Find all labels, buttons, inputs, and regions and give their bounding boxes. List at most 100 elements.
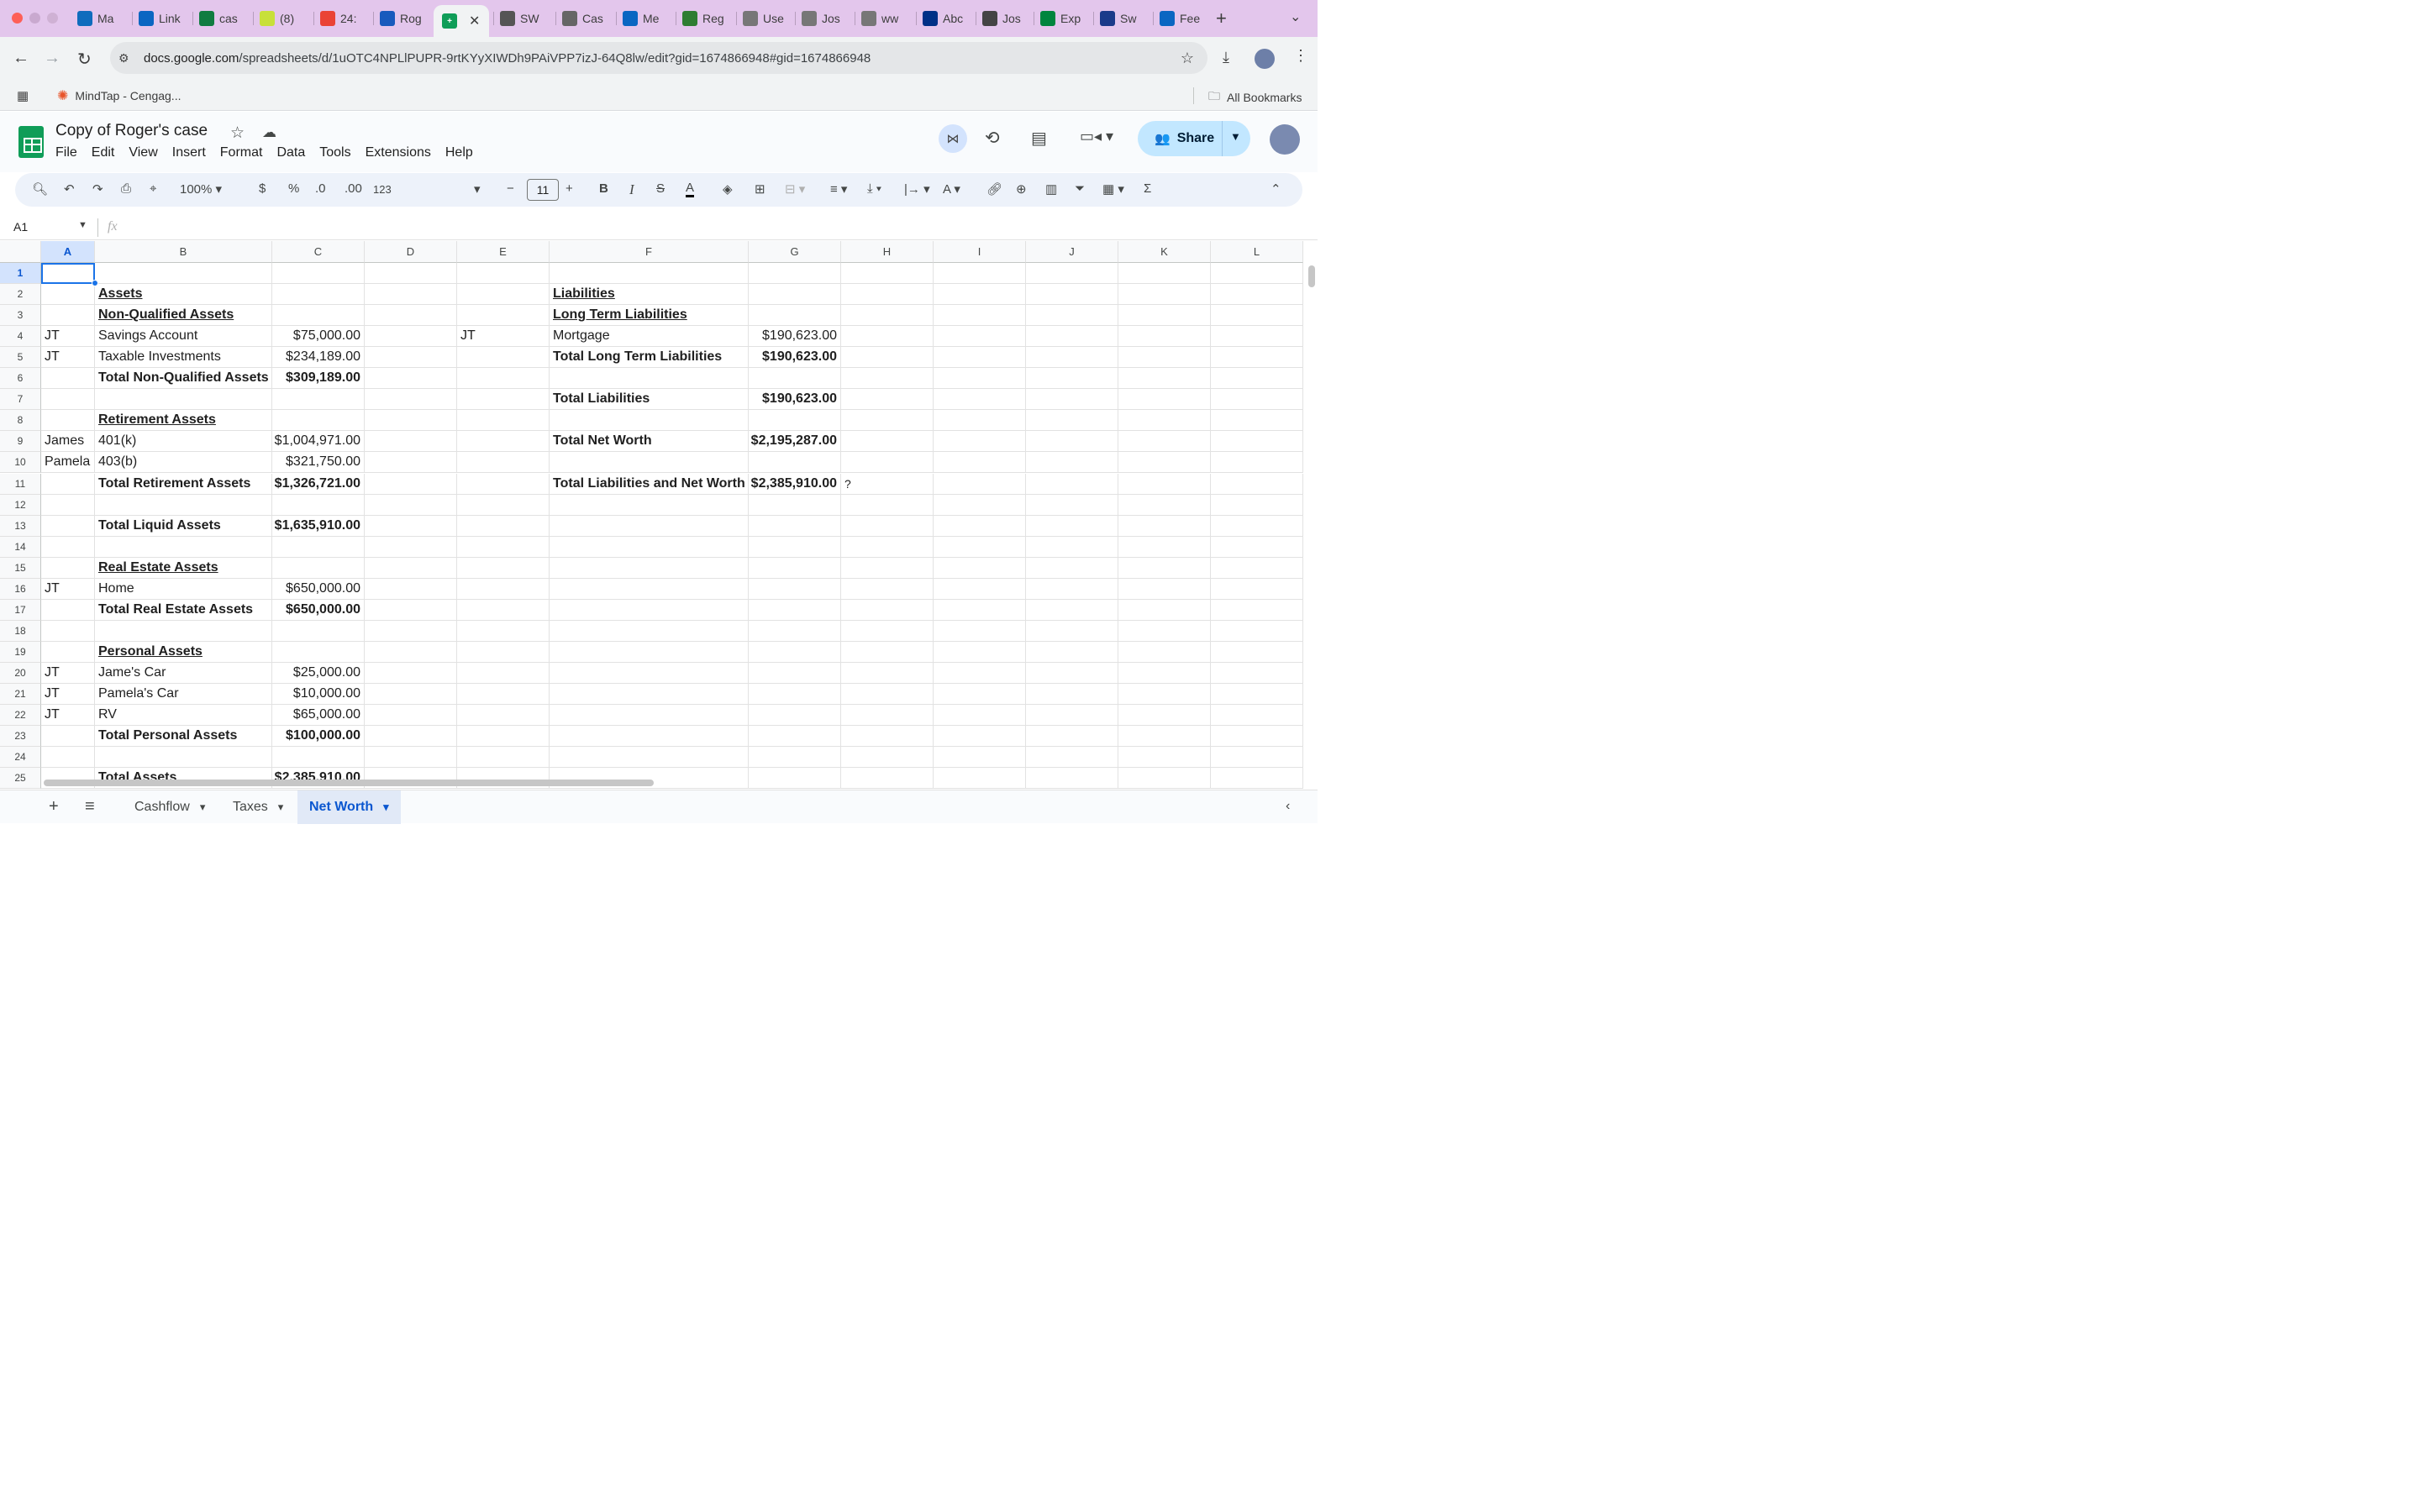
cell[interactable]: [272, 621, 365, 642]
cell[interactable]: [457, 263, 550, 284]
cell[interactable]: [1211, 642, 1303, 663]
select-all-corner[interactable]: [0, 241, 41, 263]
cell[interactable]: Non-Qualified Assets: [95, 305, 272, 326]
column-header-l[interactable]: L: [1211, 241, 1303, 263]
menu-format[interactable]: Format: [220, 145, 263, 160]
row-header[interactable]: 5: [0, 347, 41, 368]
cell[interactable]: [457, 663, 550, 684]
cell[interactable]: [95, 747, 272, 768]
column-header-e[interactable]: E: [457, 241, 550, 263]
cell[interactable]: [457, 431, 550, 452]
cell[interactable]: Long Term Liabilities: [550, 305, 749, 326]
cell[interactable]: [1118, 389, 1211, 410]
sheet-tab-net-worth[interactable]: Net Worth ▾: [297, 790, 401, 824]
font-dropdown-icon[interactable]: ▾: [474, 181, 481, 197]
cell[interactable]: [934, 389, 1026, 410]
cell[interactable]: [550, 452, 749, 473]
browser-tab[interactable]: Jos: [982, 5, 1033, 32]
cell[interactable]: [749, 284, 841, 305]
cell[interactable]: [749, 705, 841, 726]
cell[interactable]: [365, 726, 457, 747]
cell[interactable]: [1211, 263, 1303, 284]
add-sheet-icon[interactable]: +: [49, 797, 59, 816]
cell[interactable]: [95, 389, 272, 410]
cell[interactable]: [1118, 747, 1211, 768]
cell[interactable]: [1026, 747, 1118, 768]
cell[interactable]: $100,000.00: [272, 726, 365, 747]
column-header-a[interactable]: A: [41, 241, 95, 263]
text-rotation-icon[interactable]: A ▾: [943, 181, 960, 197]
cell[interactable]: [365, 663, 457, 684]
cell[interactable]: $2,385,910.00: [749, 474, 841, 495]
cell[interactable]: Liabilities: [550, 284, 749, 305]
menu-help[interactable]: Help: [445, 145, 473, 160]
new-tab-button[interactable]: +: [1216, 8, 1227, 29]
cell[interactable]: [457, 726, 550, 747]
cell[interactable]: [1211, 431, 1303, 452]
fill-color-icon[interactable]: ◈: [723, 181, 733, 197]
cell[interactable]: Total Liabilities: [550, 389, 749, 410]
cell[interactable]: ?: [841, 474, 934, 495]
row-header[interactable]: 21: [0, 684, 41, 705]
cell[interactable]: [1211, 621, 1303, 642]
column-header-d[interactable]: D: [365, 241, 457, 263]
cell[interactable]: [934, 537, 1026, 558]
search-menus-icon[interactable]: 🔍︎: [32, 181, 48, 197]
sheet-tab-dropdown-icon[interactable]: ▾: [200, 801, 206, 814]
menu-data[interactable]: Data: [276, 145, 305, 160]
row-header[interactable]: 12: [0, 495, 41, 516]
cell[interactable]: [841, 389, 934, 410]
cell[interactable]: [1118, 305, 1211, 326]
tab-search-icon[interactable]: ⌄: [1290, 8, 1301, 25]
cell[interactable]: [95, 621, 272, 642]
cell[interactable]: [1026, 537, 1118, 558]
cell[interactable]: $1,004,971.00: [272, 431, 365, 452]
row-header[interactable]: 8: [0, 410, 41, 431]
cell[interactable]: $1,326,721.00: [272, 474, 365, 495]
cell[interactable]: [365, 537, 457, 558]
cell[interactable]: [841, 495, 934, 516]
cell[interactable]: [1026, 579, 1118, 600]
cell[interactable]: [365, 684, 457, 705]
cell[interactable]: [550, 705, 749, 726]
row-header[interactable]: 15: [0, 558, 41, 579]
row-header[interactable]: 17: [0, 600, 41, 621]
cell[interactable]: [95, 537, 272, 558]
cell[interactable]: [272, 410, 365, 431]
cell[interactable]: Retirement Assets: [95, 410, 272, 431]
comments-icon[interactable]: ▤: [1031, 128, 1047, 149]
cell[interactable]: 401(k): [95, 431, 272, 452]
cloud-saved-icon[interactable]: ☁: [262, 124, 276, 141]
cell[interactable]: [1026, 474, 1118, 495]
cell[interactable]: [1211, 410, 1303, 431]
cell[interactable]: [841, 263, 934, 284]
italic-icon[interactable]: I: [629, 181, 634, 198]
minimize-window-button[interactable]: [29, 13, 40, 24]
name-box-dropdown-icon[interactable]: ▼: [78, 220, 87, 230]
cell[interactable]: Pamela: [41, 452, 95, 473]
cell[interactable]: [1118, 537, 1211, 558]
cell[interactable]: [1026, 600, 1118, 621]
vertical-scrollbar[interactable]: [1308, 265, 1315, 287]
cell[interactable]: [934, 684, 1026, 705]
cell[interactable]: [1118, 663, 1211, 684]
cell[interactable]: [365, 579, 457, 600]
column-header-g[interactable]: G: [749, 241, 841, 263]
maximize-window-button[interactable]: [47, 13, 58, 24]
close-window-button[interactable]: [12, 13, 23, 24]
cell[interactable]: [934, 600, 1026, 621]
cell[interactable]: [749, 663, 841, 684]
cell[interactable]: [841, 747, 934, 768]
browser-tab[interactable]: Reg: [682, 5, 733, 32]
cell[interactable]: JT: [41, 684, 95, 705]
row-header[interactable]: 22: [0, 705, 41, 726]
cell[interactable]: [41, 747, 95, 768]
horizontal-scrollbar[interactable]: [44, 780, 654, 786]
insert-link-icon[interactable]: 🔗︎: [986, 181, 1002, 197]
cell[interactable]: JT: [41, 326, 95, 347]
cell[interactable]: [749, 747, 841, 768]
row-header[interactable]: 25: [0, 768, 41, 789]
cell[interactable]: [841, 621, 934, 642]
cell[interactable]: [1026, 368, 1118, 389]
cell[interactable]: JT: [457, 326, 550, 347]
